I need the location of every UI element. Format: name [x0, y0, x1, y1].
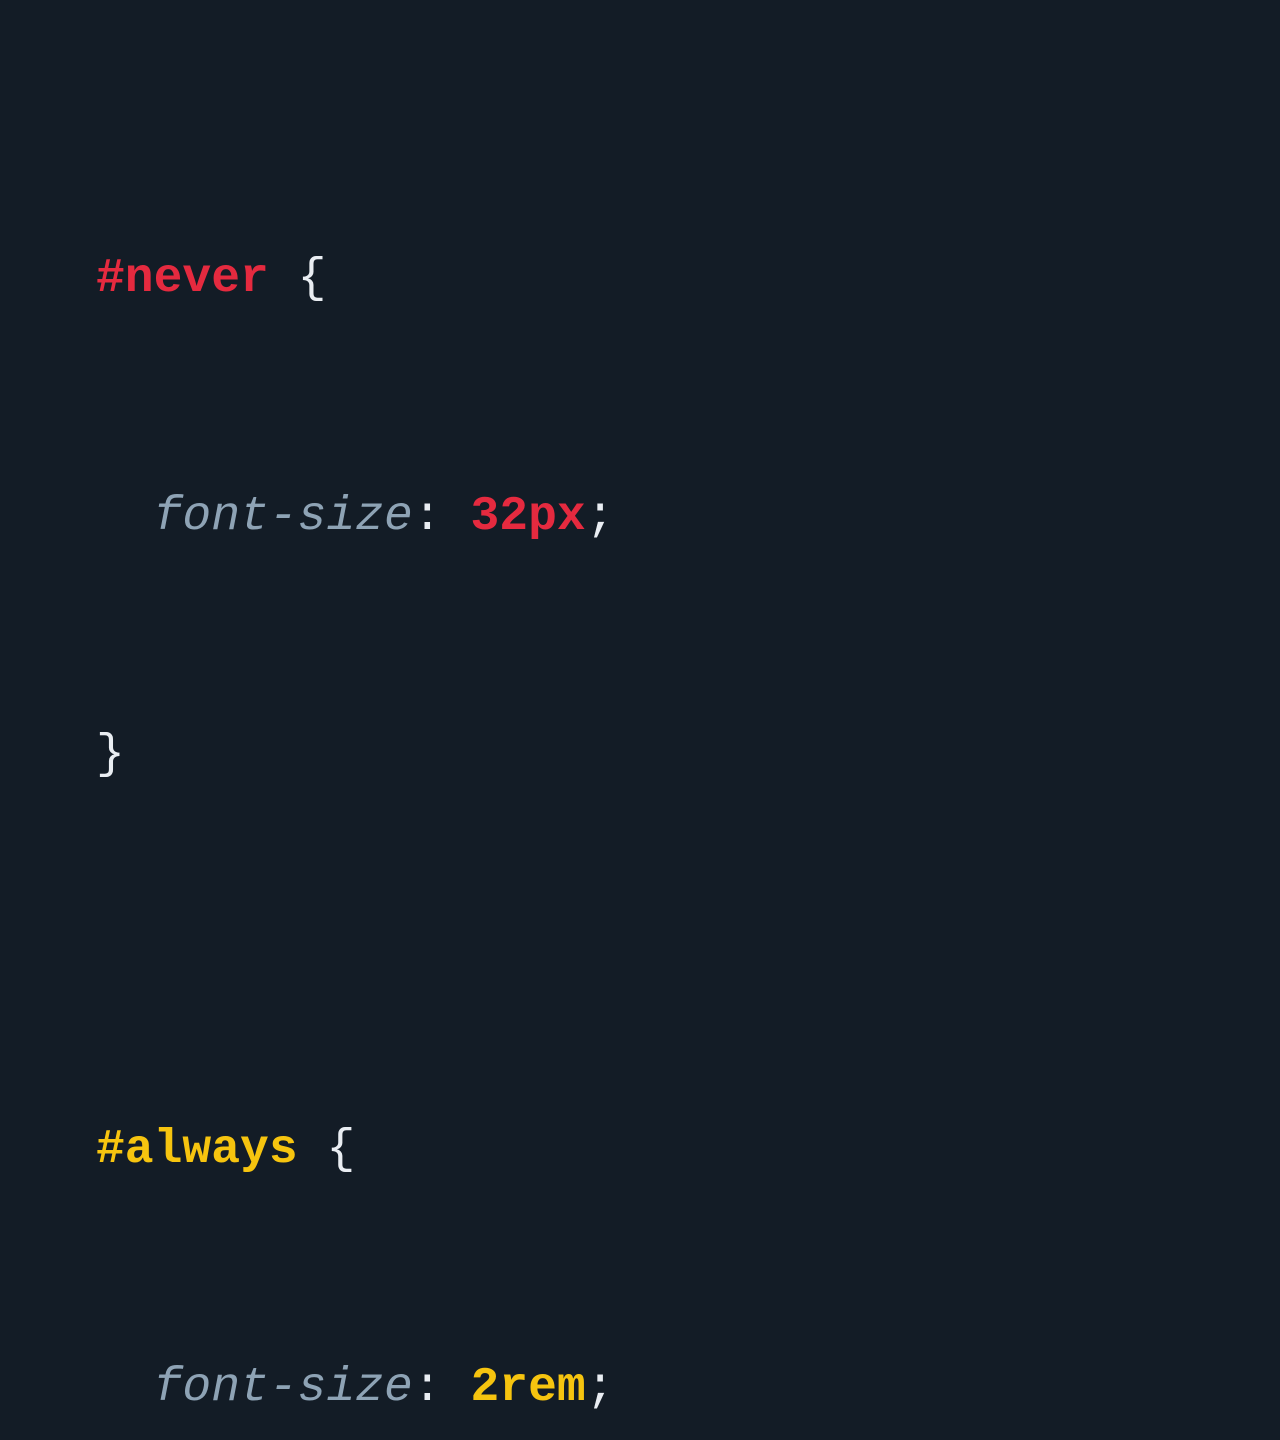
code-line: #never {	[96, 240, 1184, 319]
value-2rem: 2rem	[470, 1361, 585, 1415]
colon: :	[413, 490, 471, 544]
brace-open: {	[298, 1123, 356, 1177]
brace-open: {	[269, 252, 327, 306]
code-line: }	[96, 716, 1184, 795]
css-code-block: #never { font-size: 32px; } #always { fo…	[96, 82, 1184, 1440]
colon: :	[413, 1361, 471, 1415]
semicolon: ;	[586, 1361, 615, 1415]
brace-close: }	[96, 728, 125, 782]
property-font-size: font-size	[154, 490, 413, 544]
semicolon: ;	[586, 490, 615, 544]
property-font-size: font-size	[154, 1361, 413, 1415]
code-line: font-size: 2rem;	[96, 1349, 1184, 1428]
selector-always: #always	[96, 1123, 298, 1177]
value-32px: 32px	[470, 490, 585, 544]
code-line: #always {	[96, 1111, 1184, 1190]
code-line: font-size: 32px;	[96, 478, 1184, 557]
selector-never: #never	[96, 252, 269, 306]
